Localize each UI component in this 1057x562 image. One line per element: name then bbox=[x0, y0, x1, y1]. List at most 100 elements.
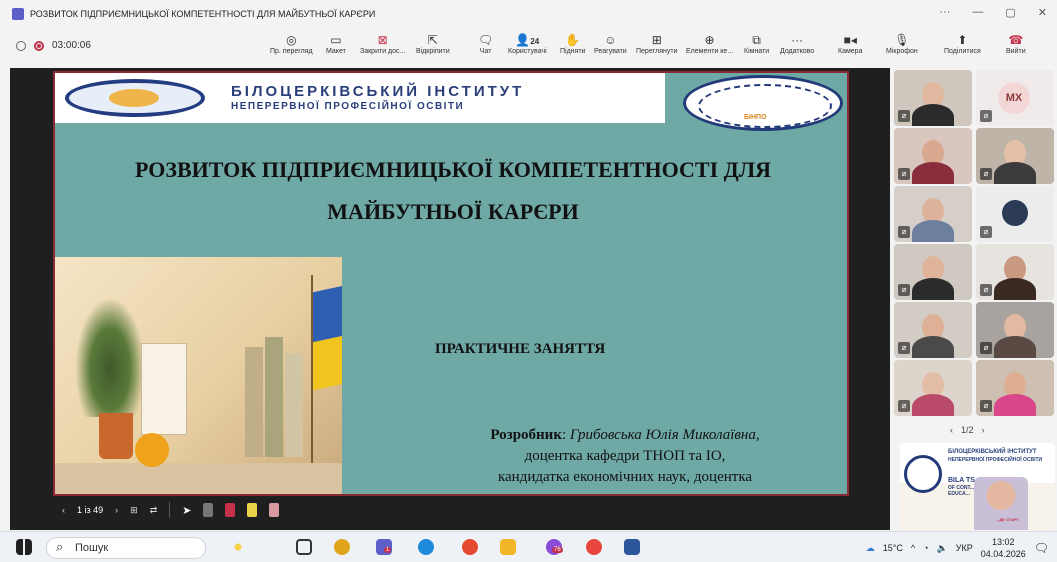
share-button[interactable]: ⬆ Поділитися bbox=[944, 32, 981, 55]
participant-body bbox=[912, 394, 954, 416]
view-button[interactable]: ◎ Пр. перегляд bbox=[270, 32, 313, 55]
slide-photo bbox=[55, 257, 342, 494]
mic-button[interactable]: 🎙 Мікрофон bbox=[886, 32, 918, 55]
app-icon[interactable]: 76 bbox=[546, 539, 563, 555]
language-indicator[interactable]: УКР bbox=[956, 543, 973, 553]
react-button[interactable]: ☺ Реагувати bbox=[594, 32, 627, 55]
unpin-button[interactable]: ⇱ Відкріпити bbox=[416, 32, 450, 55]
camera-button[interactable]: ■◂ Камера bbox=[838, 32, 862, 55]
participant-tile[interactable]: ⌀ bbox=[976, 302, 1054, 358]
edge-icon[interactable] bbox=[418, 539, 434, 555]
chat-button[interactable]: 🗨 Чат bbox=[478, 32, 493, 55]
participant-body bbox=[912, 278, 954, 300]
clock-date: 04.04.2026 bbox=[980, 549, 1026, 559]
layout-icon: ▭ bbox=[330, 33, 342, 47]
shelf bbox=[55, 463, 342, 494]
apps-button[interactable]: ⊕ Елементи ке... bbox=[686, 32, 733, 55]
participant-tile[interactable]: ⌀ bbox=[976, 186, 1054, 242]
plant-pot bbox=[99, 413, 133, 459]
raise-hand-button[interactable]: ✋ Підняти bbox=[560, 32, 585, 55]
sync-icon[interactable]: ⇄ bbox=[150, 505, 158, 516]
timer-value: 03:00:06 bbox=[52, 40, 91, 51]
notifications-icon[interactable]: 🗨 bbox=[1034, 541, 1049, 555]
close-button[interactable]: ✕ bbox=[1038, 6, 1047, 19]
prev-page-icon[interactable]: ‹ bbox=[950, 425, 953, 435]
volume-icon[interactable]: 🔈 bbox=[937, 543, 948, 554]
presenter-video bbox=[974, 477, 1028, 530]
participant-tile[interactable]: ⌀ bbox=[894, 244, 972, 300]
start-icon[interactable] bbox=[16, 539, 32, 555]
participant-tile[interactable]: ⌀ bbox=[894, 302, 972, 358]
mic-muted-icon: ⌀ bbox=[898, 110, 910, 122]
participant-body bbox=[912, 104, 954, 126]
page-indicator: 1/2 bbox=[961, 425, 974, 435]
slide-developer: Розробник: Грибовська Юлія Миколаївна, д… bbox=[415, 425, 835, 488]
pointer-icon[interactable]: ➤ bbox=[182, 504, 191, 517]
word-icon[interactable] bbox=[624, 539, 640, 555]
participant-tile[interactable]: ⌀ bbox=[976, 360, 1054, 416]
participant-tile[interactable]: ⌀ bbox=[894, 70, 972, 126]
raise-hand-icon: ✋ bbox=[565, 33, 581, 47]
task-view-icon[interactable] bbox=[296, 539, 312, 555]
participants-count: 24 bbox=[530, 37, 540, 46]
shield-icon bbox=[16, 40, 26, 51]
participant-body bbox=[912, 162, 954, 184]
highlighter-icon[interactable] bbox=[247, 503, 258, 517]
stop-share-label: Закрити дос... bbox=[360, 48, 406, 55]
developer-line3: кандидатка економічних наук, доцентка bbox=[497, 469, 753, 485]
view-grid-button[interactable]: ⊞ Переглянути bbox=[636, 32, 677, 55]
layout-button[interactable]: ▭ Макет bbox=[326, 32, 346, 55]
flag-yellow-stripe bbox=[313, 335, 342, 391]
search-input[interactable]: Пошук bbox=[46, 537, 206, 559]
weather-temp[interactable]: 15°C bbox=[883, 543, 903, 553]
chrome-alt-icon[interactable] bbox=[586, 539, 602, 555]
pen-icon[interactable] bbox=[203, 503, 214, 517]
participant-tile[interactable]: ⌀ bbox=[976, 244, 1054, 300]
maximize-button[interactable]: ▢ bbox=[1005, 6, 1015, 19]
rooms-button[interactable]: ⧉ Кімнати bbox=[744, 32, 769, 55]
view-label: Пр. перегляд bbox=[270, 48, 313, 55]
participant-body bbox=[994, 336, 1036, 358]
chrome-profile-icon[interactable] bbox=[462, 539, 478, 555]
next-page-icon[interactable]: › bbox=[982, 425, 985, 435]
participant-tile[interactable]: ⌀ bbox=[894, 360, 972, 416]
people-label: Користувачі bbox=[508, 48, 547, 55]
leave-button[interactable]: ☎ Вийти bbox=[1006, 32, 1026, 55]
view-icon: ◎ bbox=[286, 33, 297, 47]
stop-share-button[interactable]: ⊠ Закрити дос... bbox=[360, 32, 405, 55]
slide-title-line2: МАЙБУТНЬОЇ КАРЄРИ bbox=[327, 199, 579, 224]
thumb-logo bbox=[904, 455, 942, 493]
grid-view-icon[interactable]: ⊞ bbox=[130, 505, 138, 516]
network-icon[interactable]: ◔ bbox=[923, 543, 928, 553]
chrome-icon[interactable] bbox=[334, 539, 350, 555]
rooms-icon: ⧉ bbox=[752, 33, 761, 47]
red-pen-icon[interactable] bbox=[225, 503, 236, 517]
teams-window: РОЗВИТОК ПІДПРИЄМНИЦЬКОЇ КОМПЕТЕНТНОСТІ … bbox=[0, 0, 1057, 531]
participant-tile[interactable]: MX ⌀ bbox=[976, 70, 1054, 126]
next-slide-icon[interactable]: › bbox=[115, 505, 118, 515]
minimize-button[interactable]: — bbox=[972, 6, 983, 19]
tray-overflow-icon[interactable]: ^ bbox=[911, 543, 915, 553]
institute-subname: НЕПЕРЕРВНОЇ ПРОФЕСІЙНОЇ ОСВІТИ bbox=[231, 101, 465, 112]
prev-slide-icon[interactable]: ‹ bbox=[62, 505, 65, 515]
slide-page: 1 із 49 bbox=[77, 505, 104, 515]
weather-icon[interactable]: ☁ bbox=[866, 543, 875, 554]
more-options-button[interactable]: ··· Додатково bbox=[780, 32, 814, 55]
presenter-thumbnail[interactable]: БІЛОЦЕРКІВСЬКИЙ ІНСТИТУТ НЕПЕРЕРВНОЇ ПРО… bbox=[900, 443, 1055, 530]
participant-tile[interactable]: ⌀ bbox=[894, 128, 972, 184]
system-tray: ☁ 15°C ^ ◔ 🔈 УКР 13:02 04.04.2026 🗨 bbox=[866, 536, 1049, 560]
file-explorer-icon[interactable] bbox=[500, 539, 516, 555]
book bbox=[265, 337, 283, 457]
participant-body bbox=[912, 220, 954, 242]
app-badge: 76 bbox=[552, 547, 563, 553]
people-button[interactable]: 👤24 Користувачі bbox=[508, 32, 547, 55]
share-label: Поділитися bbox=[944, 48, 981, 55]
eraser-icon[interactable] bbox=[269, 503, 280, 517]
more-icon[interactable]: ··· bbox=[939, 6, 950, 19]
clock[interactable]: 13:02 04.04.2026 bbox=[981, 536, 1026, 560]
participant-tile[interactable]: ⌀ bbox=[894, 186, 972, 242]
teams-icon[interactable]: 1 bbox=[376, 539, 392, 555]
participant-tile[interactable]: ⌀ bbox=[976, 128, 1054, 184]
slide: БІЛОЦЕРКІВСЬКИЙ ІНСТИТУТ НЕПЕРЕРВНОЇ ПРО… bbox=[53, 71, 849, 496]
copilot-icon[interactable] bbox=[230, 539, 246, 555]
